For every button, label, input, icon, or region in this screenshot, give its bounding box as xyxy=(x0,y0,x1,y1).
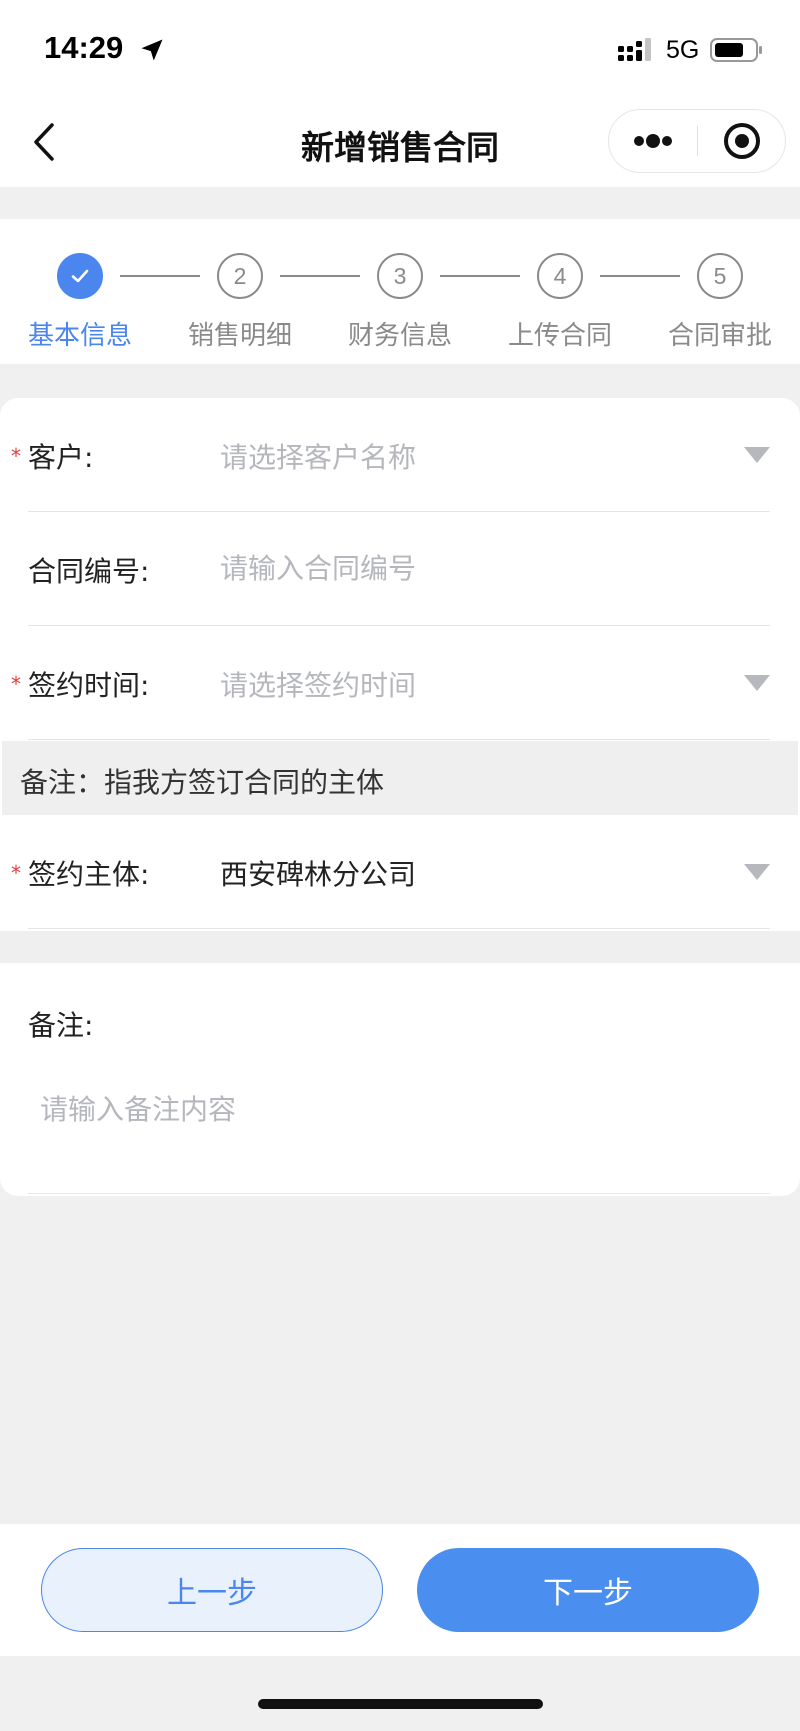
customer-select[interactable]: 请选择客户名称 xyxy=(220,436,416,476)
step-3-circle: 3 xyxy=(377,253,423,299)
section-gap xyxy=(0,931,800,963)
step-5-circle: 5 xyxy=(697,253,743,299)
step-5-label: 合同审批 xyxy=(667,321,772,351)
sign-entity-note: 备注：指我方签订合同的主体 xyxy=(2,741,798,815)
customer-row[interactable]: * 客户: 请选择客户名称 xyxy=(0,398,800,512)
mini-program-capsule xyxy=(608,109,786,173)
contract-number-input[interactable] xyxy=(220,546,720,590)
close-target-icon[interactable] xyxy=(698,110,786,172)
divider xyxy=(28,1193,770,1194)
next-step-button[interactable]: 下一步 xyxy=(417,1548,759,1632)
remark-label: 备注: xyxy=(28,1009,94,1042)
check-icon xyxy=(71,269,89,283)
required-mark: * xyxy=(11,444,21,468)
battery-icon xyxy=(710,38,762,62)
step-2-label: 销售明细 xyxy=(187,321,292,351)
customer-label: 客户: xyxy=(28,441,94,474)
home-indicator xyxy=(258,1699,543,1709)
step-connector xyxy=(600,275,680,277)
contract-number-label: 合同编号: xyxy=(28,555,150,588)
status-time: 14:29 xyxy=(44,30,124,65)
divider xyxy=(28,928,770,929)
step-1-label: 基本信息 xyxy=(27,321,132,351)
step-4-label: 上传合同 xyxy=(507,321,612,351)
step-connector xyxy=(440,275,520,277)
sign-time-row[interactable]: * 签约时间: 请选择签约时间 xyxy=(0,626,800,740)
sign-time-picker[interactable]: 请选择签约时间 xyxy=(220,664,416,704)
more-dots-icon[interactable] xyxy=(609,110,697,172)
caret-down-icon[interactable] xyxy=(744,675,770,691)
location-arrow-icon xyxy=(141,39,163,61)
note-text: 备注：指我方签订合同的主体 xyxy=(20,766,385,799)
step-3-label: 财务信息 xyxy=(347,321,452,351)
divider xyxy=(28,739,770,740)
contract-number-row: 合同编号: xyxy=(0,512,800,626)
step-connector xyxy=(120,275,200,277)
required-mark: * xyxy=(11,861,21,885)
step-connector xyxy=(280,275,360,277)
status-bar: 14:29 5G xyxy=(0,0,800,95)
caret-down-icon[interactable] xyxy=(744,864,770,880)
step-1-circle xyxy=(57,253,103,299)
required-mark: * xyxy=(11,672,21,696)
caret-down-icon[interactable] xyxy=(744,447,770,463)
sign-entity-row[interactable]: * 签约主体: 西安碑林分公司 xyxy=(0,815,800,929)
signal-icon xyxy=(618,38,651,61)
prev-step-button[interactable]: 上一步 xyxy=(41,1548,383,1632)
steps-indicator: 2 3 4 5 基本信息 销售明细 财务信息 上传合同 合同审批 xyxy=(0,219,800,364)
step-4-circle: 4 xyxy=(537,253,583,299)
step-2-circle: 2 xyxy=(217,253,263,299)
sign-entity-select[interactable]: 西安碑林分公司 xyxy=(220,853,416,893)
sign-entity-label: 签约主体: xyxy=(28,858,150,891)
sign-time-label: 签约时间: xyxy=(28,669,150,702)
remark-textarea[interactable] xyxy=(28,1088,768,1168)
network-type: 5G xyxy=(666,36,700,64)
nav-bar: 新增销售合同 xyxy=(0,95,800,187)
bottom-action-bar: 上一步 下一步 xyxy=(0,1524,800,1656)
basic-info-form: * 客户: 请选择客户名称 合同编号: * 签约时间: 请选择签约时间 备注：指… xyxy=(0,398,800,1196)
